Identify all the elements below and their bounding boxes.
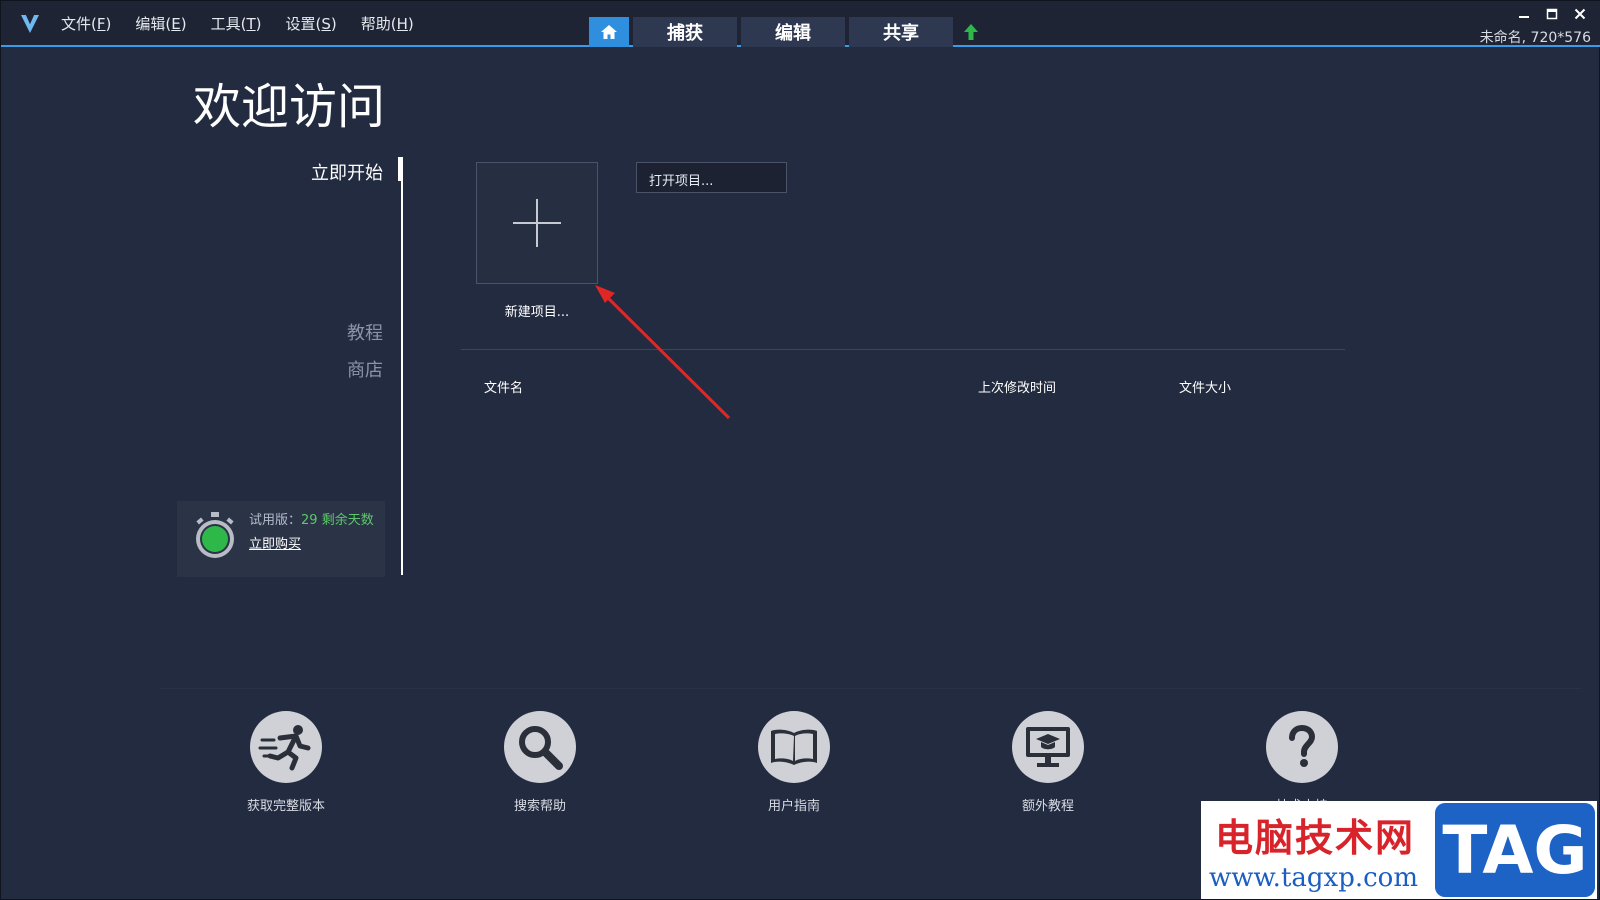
search-help-button[interactable]: 搜索帮助 [460,711,620,814]
up-arrow-icon [964,24,978,40]
nav-active-indicator [398,157,403,181]
menu-edit-label: 编辑 [135,14,166,33]
bottom-divider [161,688,1581,689]
menu-edit-key: E [171,14,181,33]
left-nav: 立即开始 教程 商店 试用版：29 剩余天数 立即购买 [177,151,403,577]
nav-divider [401,159,403,575]
running-man-icon [250,711,322,783]
trial-panel: 试用版：29 剩余天数 立即购买 [177,501,385,577]
menu-tools[interactable]: 工具(T) [211,13,262,34]
menu-help[interactable]: 帮助(H) [361,13,414,34]
menu-bar: 文件(F) 编辑(E) 工具(T) 设置(S) 帮助(H) [61,1,438,45]
tech-support-button[interactable]: 技术支持 [1222,711,1382,814]
nav-item-get-started[interactable]: 立即开始 [311,159,383,185]
menu-file-label: 文件 [61,14,92,33]
menu-settings-key: S [321,14,331,33]
watermark-url: www.tagxp.com [1209,863,1418,893]
watermark: 电脑技术网 www.tagxp.com TAG [1201,801,1597,899]
nav-item-tutorials[interactable]: 教程 [347,319,383,345]
question-icon [1266,711,1338,783]
menu-settings-label: 设置 [285,14,316,33]
magnifier-icon [504,711,576,783]
menu-tools-key: T [246,14,256,33]
upload-button[interactable] [957,17,985,47]
watermark-site-name: 电脑技术网 [1215,816,1416,860]
section-divider [461,349,1345,350]
maximize-button[interactable] [1545,7,1559,21]
minimize-icon [1519,16,1529,18]
new-project-button[interactable] [476,162,598,284]
window-controls [1517,7,1587,21]
open-project-button[interactable]: 打开项目... [636,162,787,193]
app-logo-icon [21,15,39,33]
app-window: 文件(F) 编辑(E) 工具(T) 设置(S) 帮助(H) 捕获 编辑 共享 未… [0,0,1600,900]
trial-days-remaining: 29 剩余天数 [301,513,374,528]
menu-settings[interactable]: 设置(S) [286,13,337,34]
mode-tabs: 捕获 编辑 共享 [589,17,985,47]
tab-share[interactable]: 共享 [849,17,953,47]
trial-status: 试用版：29 剩余天数 [249,513,374,528]
search-help-label: 搜索帮助 [513,799,566,814]
tab-capture[interactable]: 捕获 [633,17,737,47]
minimize-button[interactable] [1517,7,1531,21]
trial-label: 试用版 [249,513,289,528]
watermark-tag-logo: TAG [1435,803,1595,897]
monitor-graduation-icon [1012,711,1084,783]
stopwatch-icon [196,512,234,558]
nav-item-store[interactable]: 商店 [347,356,383,382]
close-button[interactable] [1573,7,1587,21]
user-guide-button[interactable]: 用户指南 [714,711,874,814]
extra-tutorials-button[interactable]: 额外教程 [968,711,1128,814]
user-guide-label: 用户指南 [767,799,820,814]
menu-help-key: H [396,14,408,33]
column-header-modified[interactable]: 上次修改时间 [978,377,1056,396]
buy-now-link[interactable]: 立即购买 [249,533,301,552]
menu-tools-label: 工具 [210,14,241,33]
extra-tutorials-label: 额外教程 [1021,799,1074,814]
menu-edit[interactable]: 编辑(E) [135,13,186,34]
tab-home[interactable] [589,17,629,47]
close-icon [1574,8,1586,20]
title-bar: 文件(F) 编辑(E) 工具(T) 设置(S) 帮助(H) 捕获 编辑 共享 未… [1,1,1600,47]
menu-file-key: F [96,14,106,33]
menu-help-label: 帮助 [360,14,391,33]
home-icon [601,25,617,39]
get-full-version-label: 获取完整版本 [246,799,325,814]
tab-edit[interactable]: 编辑 [741,17,845,47]
page-title: 欢迎访问 [193,79,386,135]
project-info: 未命名, 720*576 [1479,30,1591,46]
menu-file[interactable]: 文件(F) [61,13,111,34]
column-header-filename[interactable]: 文件名 [484,377,523,396]
maximize-icon [1546,8,1558,20]
get-full-version-button[interactable]: 获取完整版本 [206,711,366,814]
book-icon [758,711,830,783]
new-project-label: 新建项目... [504,305,570,320]
plus-icon [513,199,561,247]
column-header-size[interactable]: 文件大小 [1179,377,1231,396]
